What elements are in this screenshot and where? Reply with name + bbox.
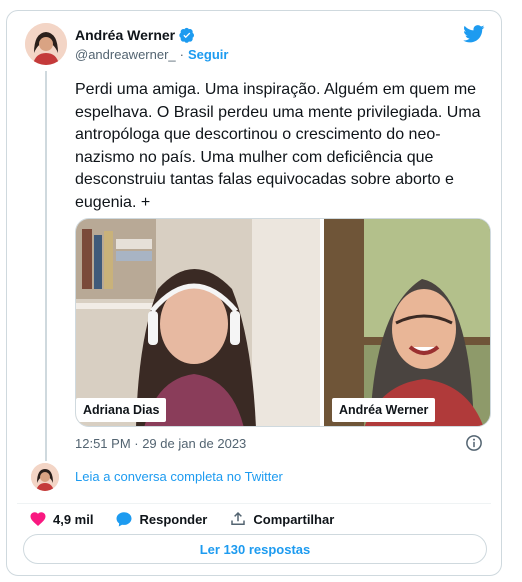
share-button[interactable]: Compartilhar xyxy=(229,510,334,528)
action-bar: 4,9 mil Responder Compartilhar xyxy=(29,509,356,529)
follow-button[interactable]: Seguir xyxy=(188,47,228,62)
share-label: Compartilhar xyxy=(253,511,335,527)
video-frame-right xyxy=(324,219,490,426)
heart-icon xyxy=(30,512,46,527)
verified-badge-icon xyxy=(179,27,195,43)
like-count: 4,9 mil xyxy=(53,511,94,527)
twitter-bird-icon[interactable] xyxy=(463,25,485,43)
info-icon[interactable] xyxy=(465,434,483,452)
reply-button[interactable]: Responder xyxy=(115,510,207,528)
tweet-card: Andréa Werner @andreawerner_ · Seguir Pe… xyxy=(6,10,502,576)
video-panel-left: Adriana Dias xyxy=(76,219,320,426)
read-conversation-link[interactable]: Leia a conversa completa no Twitter xyxy=(75,469,283,484)
video-panel-right: Andréa Werner xyxy=(324,219,490,426)
author-avatar[interactable] xyxy=(25,23,67,65)
share-upload-icon xyxy=(231,511,246,525)
tweet-timestamp[interactable]: 12:51 PM · 29 de jan de 2023 xyxy=(75,436,246,451)
video-frame-left xyxy=(76,219,320,426)
thread-line xyxy=(45,71,47,461)
like-button[interactable]: 4,9 mil xyxy=(29,510,93,528)
reply-bubble-icon xyxy=(116,512,132,527)
participant-label-left: Adriana Dias xyxy=(76,398,167,422)
tweet-text: Perdi uma amiga. Uma inspiração. Alguém … xyxy=(75,81,481,211)
participant-label-right: Andréa Werner xyxy=(332,398,436,422)
conversation-avatar xyxy=(31,463,59,491)
author-handle[interactable]: @andreawerner_ xyxy=(75,47,176,62)
tweet-media[interactable]: Adriana Dias Andréa Werner xyxy=(75,218,491,427)
reply-label: Responder xyxy=(139,511,208,527)
separator-dot: · xyxy=(179,47,184,62)
author-name[interactable]: Andréa Werner xyxy=(75,27,175,43)
divider xyxy=(17,503,491,504)
read-replies-button[interactable]: Ler 130 respostas xyxy=(23,534,487,564)
